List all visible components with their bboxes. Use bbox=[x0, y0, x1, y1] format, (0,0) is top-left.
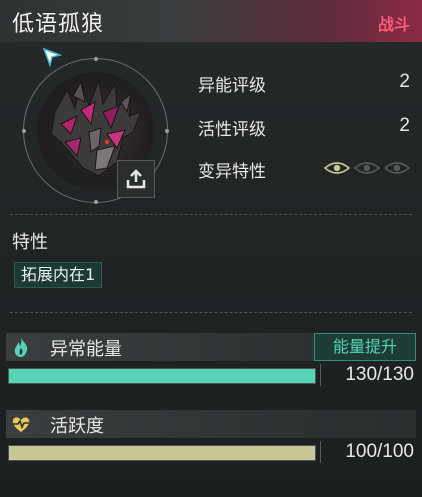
energy-header: 异常能量 能量提升 bbox=[6, 333, 416, 361]
stat-mutation-traits: 变异特性 bbox=[198, 157, 412, 182]
vitality-header: 活跃度 bbox=[6, 410, 416, 438]
mutation-eyes bbox=[324, 161, 410, 175]
pointer-icon bbox=[42, 47, 62, 67]
trait-badge[interactable]: 拓展内在1 bbox=[14, 262, 103, 288]
vitality-bar bbox=[8, 445, 316, 461]
traits-title: 特性 bbox=[12, 232, 48, 253]
combat-tag: 战斗 bbox=[377, 15, 410, 34]
panel-header: 低语孤狼 战斗 bbox=[0, 0, 422, 42]
energy-value: 130/130 bbox=[345, 364, 414, 385]
stat-psi-rating: 异能评级 2 bbox=[198, 71, 410, 96]
vitality-bar-fill bbox=[9, 446, 315, 460]
flame-icon bbox=[14, 338, 28, 357]
eye-icon-active bbox=[324, 162, 350, 174]
divider bbox=[10, 214, 412, 215]
energy-bar bbox=[8, 368, 316, 384]
vitality-value: 100/100 bbox=[345, 441, 414, 462]
eye-icon-inactive bbox=[384, 162, 410, 174]
stat-activity-rating: 活性评级 2 bbox=[198, 115, 410, 140]
share-button[interactable] bbox=[117, 160, 155, 198]
creature-panel: 低语孤狼 战斗 异能评级 2 活性评级 2 变异特性 特性 拓展内在1 异常能量… bbox=[0, 0, 422, 497]
eye-icon-inactive bbox=[354, 162, 380, 174]
energy-boost-button[interactable]: 能量提升 bbox=[314, 333, 416, 361]
heart-pulse-icon bbox=[12, 417, 30, 432]
share-icon bbox=[126, 169, 146, 189]
divider bbox=[10, 312, 412, 313]
energy-bar-fill bbox=[9, 369, 315, 383]
creature-name: 低语孤狼 bbox=[12, 12, 105, 37]
